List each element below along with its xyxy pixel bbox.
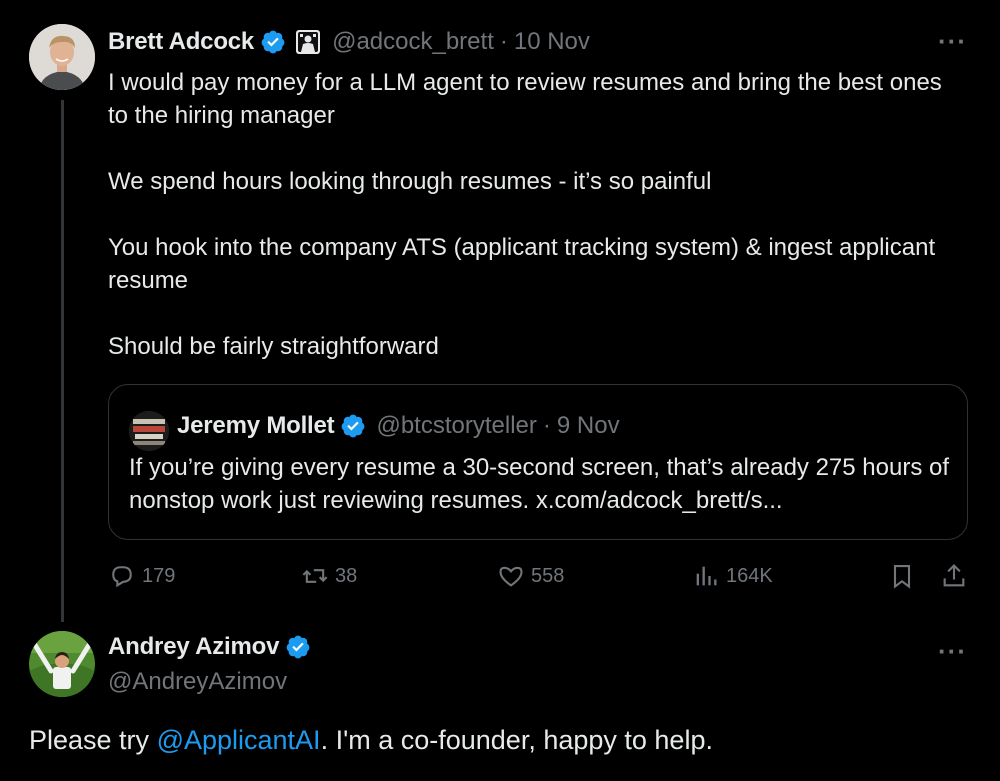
separator-dot: · <box>499 28 508 55</box>
thread-line <box>61 100 64 622</box>
reply-text-end: . I'm a co-founder, happy to help. <box>320 725 713 755</box>
repost-count: 38 <box>335 564 358 587</box>
reply-author-name[interactable]: Andrey Azimov <box>108 633 279 661</box>
reply-icon <box>112 566 132 588</box>
mention-link[interactable]: @ApplicantAI <box>157 725 321 755</box>
bookmark-button[interactable] <box>888 562 922 590</box>
reply-count: 179 <box>142 564 176 587</box>
verified-badge-icon <box>286 635 310 659</box>
verified-badge-icon <box>342 414 365 438</box>
reply-author-handle[interactable]: @AndreyAzimov <box>108 668 287 696</box>
tweet-paragraph: Should be fairly straightforward <box>108 333 439 360</box>
share-button[interactable] <box>940 562 974 590</box>
tweet-date[interactable]: 10 Nov <box>514 28 590 56</box>
reply-text-start: Please try <box>29 725 157 755</box>
like-button[interactable]: 558 <box>497 562 564 590</box>
repost-button[interactable]: 38 <box>301 562 357 590</box>
tweet-paragraph: We spend hours looking through resumes -… <box>108 168 712 195</box>
tweet-header: Brett Adcock @adcock_brett · 10 Nov <box>108 28 590 56</box>
reply-author-avatar-photo <box>29 631 95 697</box>
tweet-action-bar: 179 38 558 164K <box>108 562 970 592</box>
author-avatar-photo <box>29 24 95 90</box>
reply-more-icon[interactable]: ··· <box>938 636 967 667</box>
quoted-author-name[interactable]: Jeremy Mollet <box>177 412 335 440</box>
affiliation-badge-icon[interactable] <box>296 30 321 54</box>
quoted-tweet-card[interactable]: Jeremy Mollet @btcstoryteller · 9 Nov If… <box>108 384 968 540</box>
views-chart-icon <box>696 566 717 586</box>
heart-icon <box>499 566 523 587</box>
quoted-tweet-date: 9 Nov <box>556 412 620 439</box>
share-icon <box>943 564 965 587</box>
quoted-tweet-header: Jeremy Mollet @btcstoryteller · 9 Nov <box>177 412 620 440</box>
separator-dot: · <box>542 412 551 439</box>
quoted-author-handle: @btcstoryteller <box>376 412 537 439</box>
bookmark-icon <box>893 565 911 589</box>
verified-badge-icon <box>261 30 285 54</box>
tweet-paragraph: You hook into the company ATS (applicant… <box>108 234 936 294</box>
reply-header: Andrey Azimov <box>108 633 311 661</box>
tweet-text: I would pay money for a LLM agent to rev… <box>108 66 968 363</box>
views-count: 164K <box>726 564 773 587</box>
quoted-author-avatar <box>129 411 169 451</box>
author-handle[interactable]: @adcock_brett <box>332 28 494 56</box>
reply-text: Please try @ApplicantAI. I'm a co-founde… <box>29 725 713 756</box>
author-name[interactable]: Brett Adcock <box>108 28 254 56</box>
tweet-more-icon[interactable]: ··· <box>938 26 967 57</box>
quoted-tweet-text: If you’re giving every resume a 30-secon… <box>129 454 950 514</box>
quoted-author-avatar-image <box>129 411 169 451</box>
author-avatar[interactable] <box>29 24 95 90</box>
reply-author-avatar[interactable] <box>29 631 95 697</box>
reply-button[interactable]: 179 <box>108 562 175 590</box>
like-count: 558 <box>531 564 565 587</box>
tweet-paragraph: I would pay money for a LLM agent to rev… <box>108 69 942 129</box>
repost-icon <box>302 569 328 583</box>
views-button[interactable]: 164K <box>692 562 773 590</box>
